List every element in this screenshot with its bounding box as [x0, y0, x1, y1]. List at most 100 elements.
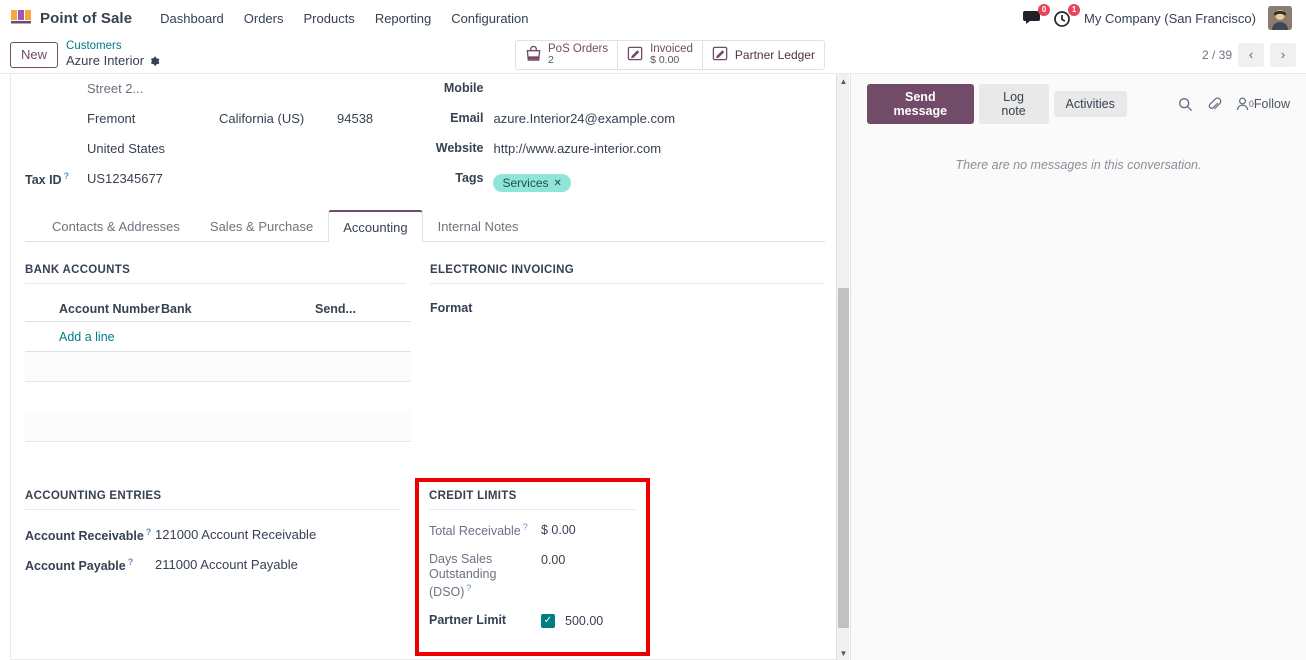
tax-id-value[interactable]: US12345677 — [87, 166, 163, 186]
country-label — [25, 136, 87, 141]
help-icon[interactable]: ? — [64, 171, 70, 181]
activities-button[interactable]: 1 — [1054, 3, 1081, 27]
pager-counter: 2 / 39 — [1201, 47, 1232, 62]
activities-button[interactable]: Activities — [1053, 91, 1127, 117]
street2-value[interactable]: Street 2... — [87, 76, 143, 96]
form-pane: Street 2... Fremont California (US) 9453… — [0, 74, 851, 660]
stat-label-partner-ledger: Partner Ledger — [734, 47, 815, 62]
help-icon[interactable]: ? — [466, 583, 471, 593]
field-mobile-row: Mobile — [427, 76, 825, 106]
partner-limit-checkbox[interactable]: ✓ — [541, 613, 555, 628]
field-website-row: Website http://www.azure-interior.com — [427, 136, 825, 166]
search-icon[interactable] — [1178, 97, 1193, 112]
field-tax-id-row: Tax ID? US12345677 — [25, 166, 427, 196]
scroll-down-arrow-icon[interactable]: ▼ — [837, 646, 850, 660]
tags-value: Services ✕ — [493, 166, 571, 192]
field-format-row: Format — [430, 298, 825, 328]
electronic-invoicing-group: ELECTRONIC INVOICING Format — [430, 264, 825, 442]
accounting-tab-panel: BANK ACCOUNTS Account Number Bank Send..… — [25, 242, 825, 442]
account-receivable-label-text: Account Receivable — [25, 529, 144, 544]
partner-limit-value[interactable]: 500.00 — [565, 613, 603, 628]
bank-accounts-table: Account Number Bank Send... Add a line — [25, 298, 411, 442]
menu-item-configuration[interactable]: Configuration — [441, 5, 538, 32]
add-a-line-link[interactable]: Add a line — [59, 330, 115, 344]
chatter-empty-message: There are no messages in this conversati… — [955, 158, 1202, 172]
zip-value[interactable]: 94538 — [337, 111, 417, 126]
menu-item-orders[interactable]: Orders — [234, 5, 294, 32]
account-payable-value[interactable]: 211000 Account Payable — [155, 554, 298, 572]
tag-chip-services[interactable]: Services ✕ — [493, 174, 571, 192]
help-icon[interactable]: ? — [146, 527, 152, 537]
chevron-left-icon: ‹ — [1248, 47, 1254, 62]
total-receivable-label: Total Receivable? — [429, 522, 541, 540]
website-value[interactable]: http://www.azure-interior.com — [493, 136, 661, 156]
bank-accounts-add-row: Add a line — [25, 322, 411, 352]
log-note-button[interactable]: Log note — [978, 84, 1049, 124]
stat-text-invoiced: Invoiced $ 0.00 — [650, 43, 693, 67]
scrollbar-thumb[interactable] — [838, 288, 849, 628]
company-switcher[interactable]: My Company (San Francisco) — [1084, 11, 1256, 26]
column-bank[interactable]: Bank — [161, 302, 315, 316]
main-menu: Dashboard Orders Products Reporting Conf… — [150, 5, 538, 32]
column-account-number[interactable]: Account Number — [25, 302, 161, 316]
help-icon[interactable]: ? — [128, 557, 134, 567]
paperclip-icon[interactable] — [1207, 96, 1222, 112]
app-brand[interactable]: Point of Sale — [10, 9, 132, 27]
city-value[interactable]: Fremont — [87, 111, 219, 126]
tags-label: Tags — [455, 171, 484, 185]
main-area: Street 2... Fremont California (US) 9453… — [0, 74, 1306, 660]
new-button[interactable]: New — [10, 41, 59, 68]
help-icon[interactable]: ? — [523, 522, 528, 532]
menu-item-reporting[interactable]: Reporting — [365, 5, 441, 32]
pencil-square-icon — [627, 45, 644, 65]
form-scrollbar[interactable]: ▲ ▼ — [836, 74, 849, 660]
tab-contacts-addresses[interactable]: Contacts & Addresses — [37, 210, 195, 242]
email-label: Email — [450, 111, 484, 125]
table-row[interactable] — [25, 412, 411, 442]
breadcrumb-current: Azure Interior — [66, 53, 160, 69]
form-column-right: Mobile Email azure.Interior24@example.co… — [427, 74, 825, 196]
stat-value-pos-orders: 2 — [548, 54, 554, 67]
pager-previous-button[interactable]: ‹ — [1238, 42, 1264, 67]
menu-item-dashboard[interactable]: Dashboard — [150, 5, 234, 32]
messages-button[interactable]: 0 — [1023, 4, 1051, 26]
chatter-toolbar: Send message Log note Activities 0 Follo… — [867, 84, 1290, 124]
send-message-button[interactable]: Send message — [867, 84, 974, 124]
credit-limits-group: CREDIT LIMITS Total Receivable? $ 0.00 D… — [415, 478, 650, 657]
pager-next-button[interactable]: › — [1270, 42, 1296, 67]
shopping-bag-icon — [525, 45, 542, 65]
close-icon[interactable]: ✕ — [554, 178, 562, 189]
account-receivable-value[interactable]: 121000 Account Receivable — [155, 524, 316, 542]
tab-accounting[interactable]: Accounting — [328, 210, 423, 242]
dso-value: 0.00 — [541, 552, 566, 567]
stat-button-pos-orders[interactable]: PoS Orders 2 — [516, 40, 619, 69]
navbar-right: 0 1 My Company (San Francisco) — [1023, 3, 1296, 30]
website-label: Website — [435, 141, 484, 155]
table-row[interactable] — [25, 352, 411, 382]
menu-item-products[interactable]: Products — [294, 5, 365, 32]
bank-accounts-title: BANK ACCOUNTS — [25, 264, 406, 284]
stat-button-invoiced[interactable]: Invoiced $ 0.00 — [618, 40, 703, 69]
country-value[interactable]: United States — [87, 136, 165, 156]
scroll-up-arrow-icon[interactable]: ▲ — [837, 74, 850, 88]
field-street2-row: Street 2... — [25, 76, 427, 106]
follow-button[interactable]: Follow — [1254, 97, 1290, 111]
mobile-label: Mobile — [443, 81, 484, 95]
tab-internal-notes[interactable]: Internal Notes — [423, 210, 534, 242]
form-top-fields: Street 2... Fremont California (US) 9453… — [25, 74, 825, 196]
stat-button-partner-ledger[interactable]: Partner Ledger — [703, 41, 824, 69]
total-receivable-label-text: Total Receivable — [429, 524, 521, 539]
avatar[interactable] — [1268, 6, 1292, 30]
state-value[interactable]: California (US) — [219, 111, 337, 126]
column-send[interactable]: Send... — [315, 302, 375, 316]
gear-icon[interactable] — [149, 56, 160, 67]
record-form-sheet: Street 2... Fremont California (US) 9453… — [10, 74, 840, 660]
messages-badge-count: 0 — [1038, 4, 1051, 16]
format-label: Format — [430, 301, 473, 315]
tab-sales-purchase[interactable]: Sales & Purchase — [195, 210, 328, 242]
followers-button[interactable]: 0 — [1236, 97, 1254, 111]
breadcrumb-customers[interactable]: Customers — [66, 40, 160, 53]
email-value[interactable]: azure.Interior24@example.com — [493, 106, 675, 126]
top-navbar: Point of Sale Dashboard Orders Products … — [0, 0, 1306, 36]
app-title: Point of Sale — [40, 9, 133, 27]
